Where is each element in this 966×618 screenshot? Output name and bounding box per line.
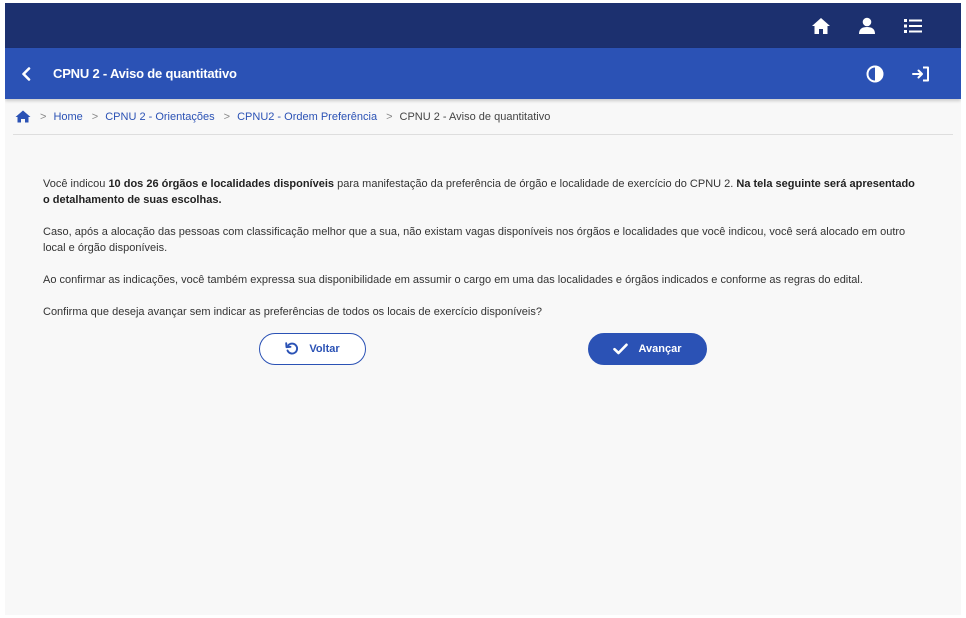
top-navigation-bar — [5, 3, 961, 48]
breadcrumb-link-ordem-preferencia[interactable]: CPNU2 - Ordem Preferência — [237, 111, 377, 123]
action-buttons: Voltar Avançar — [43, 333, 923, 367]
back-button-label: Voltar — [309, 343, 340, 355]
breadcrumb: > Home > CPNU 2 - Orientações > CPNU2 - … — [13, 99, 953, 135]
contrast-icon[interactable] — [865, 64, 885, 84]
notice-paragraph-selection: Você indicou 10 dos 26 órgãos e localida… — [43, 178, 915, 206]
breadcrumb-home-icon[interactable] — [15, 110, 31, 124]
breadcrumb-separator: > — [386, 110, 393, 123]
breadcrumb-separator: > — [223, 110, 231, 123]
home-icon[interactable] — [811, 16, 831, 36]
back-chevron-icon[interactable] — [21, 66, 35, 82]
breadcrumb-current: CPNU 2 - Aviso de quantitativo — [399, 110, 551, 123]
notice-paragraph-allocation: Caso, após a alocação das pessoas com cl… — [43, 226, 906, 254]
breadcrumb-link-home[interactable]: Home — [53, 111, 82, 123]
back-button[interactable]: Voltar — [259, 333, 366, 365]
next-button[interactable]: Avançar — [588, 333, 707, 365]
page-title: CPNU 2 - Aviso de quantitativo — [53, 66, 237, 81]
notice-content: Você indicou 10 dos 26 órgãos e localida… — [5, 135, 961, 367]
undo-icon — [285, 342, 299, 356]
next-button-label: Avançar — [638, 343, 682, 355]
breadcrumb-link-orientacoes[interactable]: CPNU 2 - Orientações — [105, 111, 214, 123]
sign-in-icon[interactable] — [911, 64, 931, 84]
app-frame: CPNU 2 - Aviso de quantitativo > Home > … — [5, 3, 961, 615]
confirmation-question: Confirma que deseja avançar sem indicar … — [43, 306, 542, 318]
breadcrumb-separator: > — [40, 110, 47, 123]
page-header: CPNU 2 - Aviso de quantitativo — [5, 48, 961, 99]
list-icon[interactable] — [903, 16, 923, 36]
breadcrumb-separator: > — [91, 110, 99, 123]
check-icon — [613, 343, 629, 355]
user-icon[interactable] — [857, 16, 877, 36]
notice-paragraph-availability: Ao confirmar as indicações, você também … — [43, 274, 863, 286]
selection-count: 10 dos 26 órgãos e localidades disponíve… — [108, 178, 335, 190]
